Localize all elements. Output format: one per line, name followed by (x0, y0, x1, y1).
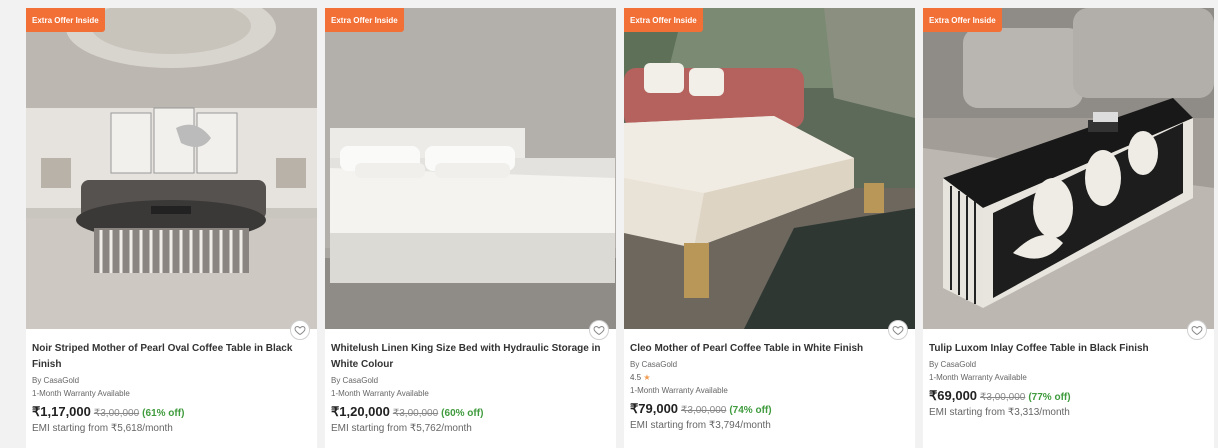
warranty-text: 1-Month Warranty Available (32, 389, 130, 398)
star-icon: ★ (643, 373, 651, 382)
wishlist-button[interactable] (888, 320, 908, 340)
heart-outline-icon (1191, 325, 1203, 336)
emi-text: EMI starting from ₹3,794/month (630, 420, 771, 431)
extra-offer-badge: Extra Offer Inside (325, 8, 404, 32)
product-title[interactable]: Noir Striped Mother of Pearl Oval Coffee… (32, 341, 311, 373)
product-brand: By CasaGold (929, 360, 977, 369)
discount-percent: (77% off) (1028, 392, 1071, 403)
product-image[interactable]: Extra Offer Inside (325, 8, 616, 329)
product-photo (624, 8, 915, 329)
warranty-text: 1-Month Warranty Available (929, 373, 1027, 382)
discount-percent: (60% off) (441, 408, 484, 419)
selling-price: ₹79,000 (630, 401, 679, 416)
warranty-text: 1-Month Warranty Available (630, 386, 728, 395)
product-card[interactable]: Extra Offer Inside Tulip Luxom Inlay Cof… (923, 8, 1214, 448)
wishlist-button[interactable] (589, 320, 609, 340)
heart-outline-icon (294, 325, 306, 336)
product-photo (26, 8, 317, 329)
original-price: ₹3,00,000 (392, 408, 439, 419)
emi-text: EMI starting from ₹5,762/month (331, 423, 472, 434)
emi-text: EMI starting from ₹5,618/month (32, 423, 173, 434)
product-photo (923, 8, 1214, 329)
product-title[interactable]: Whitelush Linen King Size Bed with Hydra… (331, 341, 610, 373)
product-image[interactable]: Extra Offer Inside (26, 8, 317, 329)
emi-text: EMI starting from ₹3,313/month (929, 407, 1070, 418)
product-card[interactable]: Extra Offer Inside Noir Striped Mother o… (26, 8, 317, 448)
product-brand: By CasaGold (331, 376, 379, 385)
product-title[interactable]: Cleo Mother of Pearl Coffee Table in Whi… (630, 341, 909, 357)
heart-outline-icon (593, 325, 605, 336)
warranty-text: 1-Month Warranty Available (331, 389, 429, 398)
rating-value: 4.5 (630, 373, 642, 382)
product-brand: By CasaGold (630, 360, 678, 369)
original-price: ₹3,00,000 (980, 392, 1026, 403)
product-brand: By CasaGold (32, 376, 80, 385)
selling-price: ₹69,000 (929, 388, 978, 403)
wishlist-button[interactable] (1187, 320, 1207, 340)
original-price: ₹3,00,000 (93, 408, 140, 419)
product-grid: Extra Offer Inside Noir Striped Mother o… (26, 8, 1214, 448)
product-rating: 4.5 ★ (630, 373, 909, 383)
discount-percent: (61% off) (142, 408, 185, 419)
product-image[interactable]: Extra Offer Inside (923, 8, 1214, 329)
product-title[interactable]: Tulip Luxom Inlay Coffee Table in Black … (929, 341, 1208, 357)
product-card[interactable]: Extra Offer Inside Whitelush Linen King … (325, 8, 616, 448)
extra-offer-badge: Extra Offer Inside (26, 8, 105, 32)
selling-price: ₹1,20,000 (331, 404, 390, 419)
wishlist-button[interactable] (290, 320, 310, 340)
product-photo (325, 8, 616, 329)
extra-offer-badge: Extra Offer Inside (624, 8, 703, 32)
extra-offer-badge: Extra Offer Inside (923, 8, 1002, 32)
product-image[interactable]: Extra Offer Inside (624, 8, 915, 329)
discount-percent: (74% off) (729, 405, 772, 416)
original-price: ₹3,00,000 (681, 405, 727, 416)
selling-price: ₹1,17,000 (32, 404, 91, 419)
heart-outline-icon (892, 325, 904, 336)
product-card[interactable]: Extra Offer Inside Cleo Mother of Pearl … (624, 8, 915, 448)
